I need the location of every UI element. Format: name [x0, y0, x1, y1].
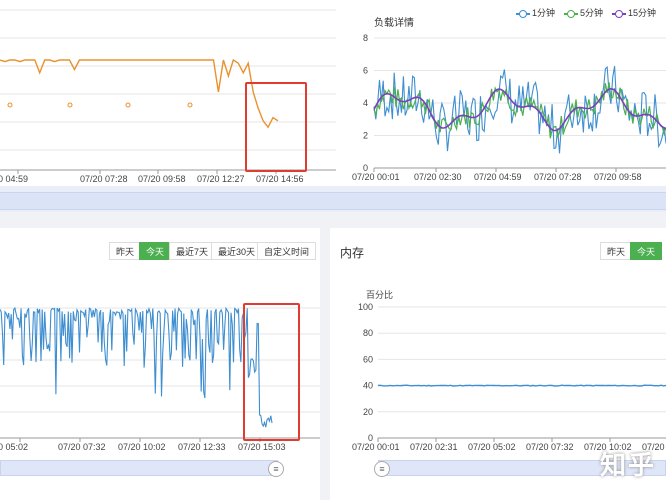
x-tick-label: 0 05:02: [0, 442, 28, 452]
data-point: [67, 102, 73, 108]
x-tick-label: 07/20 07:28: [534, 172, 582, 182]
load-chart-panel: 负载详情 1分钟 5分钟 15分钟 0 2 4 6 8 07/20 00:01 07/20 …: [336, 0, 666, 186]
data-point: [7, 102, 13, 108]
y-tick-label: 20: [363, 407, 373, 417]
highlight-box: [243, 303, 300, 441]
y-tick-label: 100: [358, 302, 373, 312]
x-tick-label: 07/20 07:28: [80, 174, 128, 184]
cpu-chart-panel: 0 04:59 07/20 07:28 07/20 09:58 07/20 12:27…: [0, 0, 336, 186]
y-tick-label: 8: [363, 33, 368, 43]
y-tick-label: 6: [363, 66, 368, 76]
x-tick-label: 0 04:59: [0, 174, 28, 184]
data-point: [187, 102, 193, 108]
watermark-logo: 知乎: [599, 450, 656, 480]
y-tick-label: 80: [363, 328, 373, 338]
y-tick-label: 2: [363, 131, 368, 141]
network-chart-panel: 昨天 今天 最近7天 最近30天 自定义时间 0 05:02 07/20 07:3…: [0, 228, 320, 500]
highlight-box: [245, 82, 307, 172]
data-point: [125, 102, 131, 108]
y-tick-label: 4: [363, 98, 368, 108]
x-tick-label: 07/20 02:31: [410, 442, 458, 452]
x-tick-label: 07/20 00:01: [352, 442, 400, 452]
x-tick-label: 07/20 15:03: [238, 442, 286, 452]
y-tick-label: 60: [363, 354, 373, 364]
x-tick-label: 07/20 05:02: [468, 442, 516, 452]
series-line: [377, 384, 666, 387]
x-tick-label: 07/20 12:27: [197, 174, 245, 184]
zoom-slider[interactable]: [0, 460, 278, 476]
series-line: [0, 306, 273, 428]
x-tick-label: 07/20 14:56: [256, 174, 304, 184]
series-1min: [373, 65, 666, 154]
x-tick-label: 07/20 04:59: [474, 172, 522, 182]
slider-handle-icon[interactable]: ≡: [268, 461, 284, 477]
x-tick-label: 07/20 12:33: [178, 442, 226, 452]
zoom-slider-strip[interactable]: [0, 186, 666, 212]
slider-handle-icon[interactable]: ≡: [374, 461, 390, 477]
x-tick-label: 07/20 09:58: [594, 172, 642, 182]
y-tick-label: 40: [363, 381, 373, 391]
x-tick-label: 07/20 07:32: [58, 442, 106, 452]
load-chart: 0246807/20 00:01 07/20 02:30 07/20 04:59 07…: [352, 33, 666, 182]
x-tick-label: 07/20 10:02: [118, 442, 166, 452]
zoom-slider-bar[interactable]: [0, 192, 666, 210]
x-tick-label: 07/20 02:30: [414, 172, 462, 182]
x-tick-label: 07/20 00:01: [352, 172, 400, 182]
x-tick-label: 07/20 07:32: [526, 442, 574, 452]
x-tick-label: 07/20 09:58: [138, 174, 186, 184]
